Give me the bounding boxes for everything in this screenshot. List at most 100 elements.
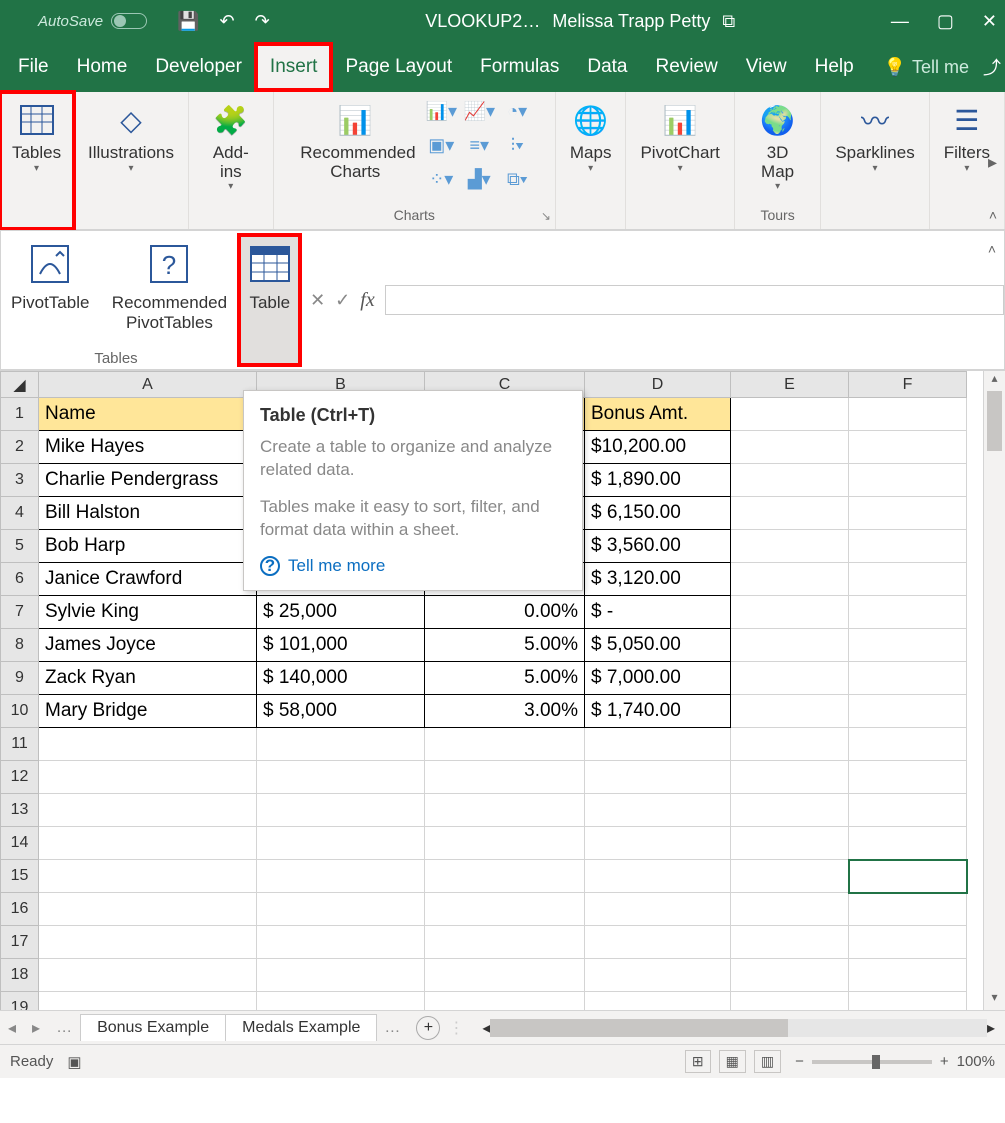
cell[interactable]: [257, 992, 425, 1011]
cell[interactable]: [849, 662, 967, 695]
cell[interactable]: [39, 959, 257, 992]
tab-review[interactable]: Review: [641, 44, 731, 90]
zoom-out-button[interactable]: −: [795, 1053, 804, 1070]
cell[interactable]: [425, 860, 585, 893]
cell[interactable]: [257, 959, 425, 992]
cell[interactable]: [849, 992, 967, 1011]
redo-icon[interactable]: ↷: [255, 11, 270, 32]
cell[interactable]: [425, 959, 585, 992]
cell[interactable]: [585, 860, 731, 893]
cell[interactable]: [425, 827, 585, 860]
cell[interactable]: 5.00%: [425, 629, 585, 662]
cell[interactable]: [257, 728, 425, 761]
cell[interactable]: [425, 893, 585, 926]
cancel-icon[interactable]: ✕: [310, 290, 325, 311]
row-header[interactable]: 8: [1, 629, 39, 662]
cell[interactable]: [39, 893, 257, 926]
cell[interactable]: $ -: [585, 596, 731, 629]
cell[interactable]: [731, 662, 849, 695]
cell[interactable]: Charlie Pendergrass: [39, 464, 257, 497]
cell[interactable]: [585, 794, 731, 827]
sheet-tab-overflow[interactable]: …: [376, 1019, 408, 1037]
cell[interactable]: [425, 761, 585, 794]
hscroll-left-icon[interactable]: ◂: [482, 1018, 490, 1038]
cell[interactable]: [39, 794, 257, 827]
col-A[interactable]: A: [39, 372, 257, 398]
pivotchart-button[interactable]: 📊 PivotChart ▾: [634, 96, 725, 178]
maps-button[interactable]: 🌐 Maps ▾: [564, 96, 618, 178]
minimize-button[interactable]: —: [891, 11, 909, 32]
row-header[interactable]: 17: [1, 926, 39, 959]
cell[interactable]: [849, 431, 967, 464]
cell[interactable]: [39, 761, 257, 794]
cell[interactable]: [849, 563, 967, 596]
row-header[interactable]: 6: [1, 563, 39, 596]
recommended-charts-button[interactable]: 📊 Recommended Charts: [294, 96, 416, 185]
new-sheet-button[interactable]: +: [416, 1016, 440, 1040]
illustrations-button[interactable]: ◇ Illustrations ▾: [82, 96, 180, 178]
cell[interactable]: [849, 860, 967, 893]
tell-me[interactable]: 💡 Tell me: [884, 57, 969, 78]
cell[interactable]: [731, 827, 849, 860]
tab-nav-left[interactable]: ◂: [0, 1018, 24, 1038]
bar-chart-icon[interactable]: ≡▾: [462, 130, 496, 160]
zoom-in-button[interactable]: +: [940, 1053, 949, 1070]
cell[interactable]: [585, 926, 731, 959]
cell[interactable]: [849, 761, 967, 794]
cell[interactable]: 0.00%: [425, 596, 585, 629]
cell[interactable]: [849, 695, 967, 728]
recommended-pivottables-button[interactable]: ? Recommended PivotTables: [99, 235, 239, 365]
row-header[interactable]: 9: [1, 662, 39, 695]
cell[interactable]: [257, 926, 425, 959]
cell[interactable]: [731, 761, 849, 794]
tell-me-more-link[interactable]: ? Tell me more: [260, 556, 566, 576]
cell[interactable]: Mike Hayes: [39, 431, 257, 464]
3d-map-button[interactable]: 🌍 3D Map ▾: [743, 96, 813, 196]
cell[interactable]: Bill Halston: [39, 497, 257, 530]
cell[interactable]: [731, 497, 849, 530]
sheet-tab-medals[interactable]: Medals Example: [225, 1014, 377, 1041]
cell[interactable]: $ 7,000.00: [585, 662, 731, 695]
row-header[interactable]: 4: [1, 497, 39, 530]
cell[interactable]: [731, 596, 849, 629]
cell[interactable]: $ 25,000: [257, 596, 425, 629]
cell[interactable]: [849, 926, 967, 959]
statistic-chart-icon[interactable]: ⫶▾: [500, 130, 534, 160]
cell[interactable]: $ 1,740.00: [585, 695, 731, 728]
scatter-chart-icon[interactable]: ⁘▾: [424, 164, 458, 194]
cell[interactable]: [425, 794, 585, 827]
tab-insert[interactable]: Insert: [256, 44, 332, 90]
cell[interactable]: [585, 893, 731, 926]
maximize-button[interactable]: ▢: [937, 11, 954, 32]
col-F[interactable]: F: [849, 372, 967, 398]
cell[interactable]: [731, 860, 849, 893]
cell[interactable]: [731, 794, 849, 827]
cell[interactable]: [425, 992, 585, 1011]
account-icon[interactable]: ⧉: [722, 11, 735, 32]
cell[interactable]: $ 58,000: [257, 695, 425, 728]
cell[interactable]: [731, 398, 849, 431]
ribbon-scroll-right[interactable]: ▸: [988, 152, 997, 173]
cell[interactable]: [731, 563, 849, 596]
cell[interactable]: $ 5,050.00: [585, 629, 731, 662]
tables-button[interactable]: Tables ▾: [6, 96, 67, 178]
cell[interactable]: [849, 794, 967, 827]
sheet-tab-bonus[interactable]: Bonus Example: [80, 1014, 226, 1041]
macro-record-icon[interactable]: ▣: [67, 1053, 81, 1071]
cell[interactable]: [585, 992, 731, 1011]
row-header[interactable]: 12: [1, 761, 39, 794]
scroll-down-icon[interactable]: ▾: [984, 990, 1005, 1010]
cell[interactable]: [849, 398, 967, 431]
cell[interactable]: James Joyce: [39, 629, 257, 662]
charts-dialog-launcher[interactable]: ↘: [541, 209, 551, 223]
scroll-up-icon[interactable]: ▴: [984, 371, 1005, 391]
fx-label[interactable]: fx: [360, 289, 374, 312]
enter-icon[interactable]: ✓: [335, 290, 350, 311]
column-chart-icon[interactable]: 📊▾: [424, 96, 458, 126]
cell[interactable]: [39, 827, 257, 860]
vertical-scrollbar[interactable]: ▴ ▾: [983, 371, 1005, 1010]
row-header[interactable]: 1: [1, 398, 39, 431]
table-button[interactable]: Table: [239, 235, 300, 365]
cell[interactable]: [731, 959, 849, 992]
cell[interactable]: $10,200.00: [585, 431, 731, 464]
